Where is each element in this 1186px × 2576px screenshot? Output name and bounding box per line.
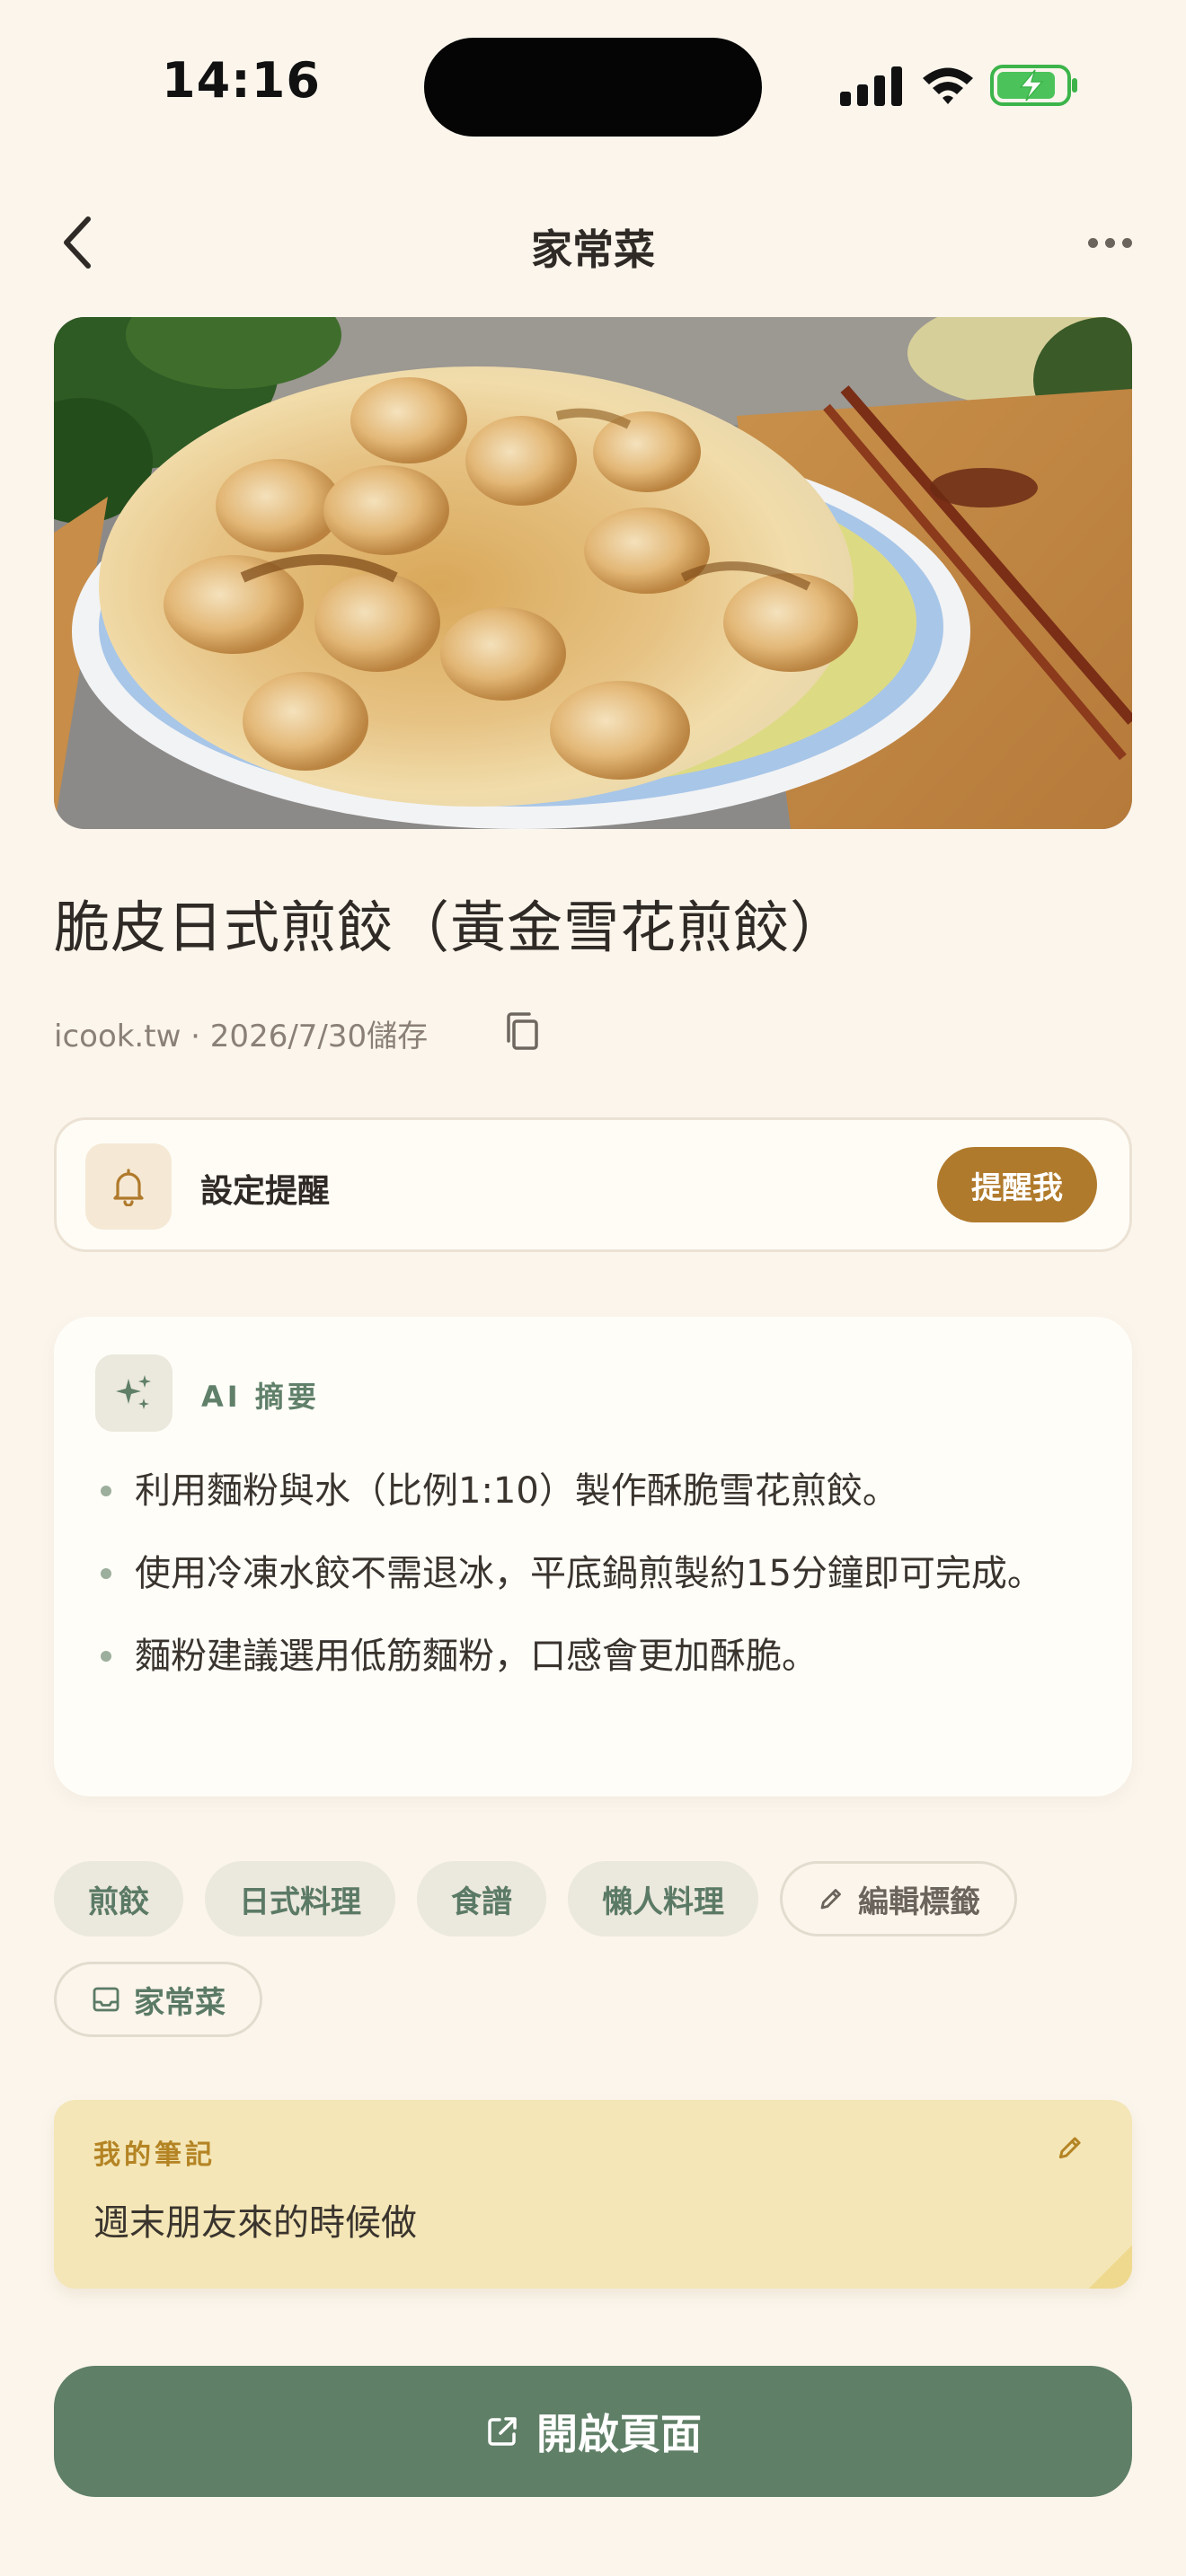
source-and-saved-date: icook.tw · 2026/7/30儲存 xyxy=(54,1019,429,1054)
tag-chip[interactable]: 懶人料理 xyxy=(568,1861,758,1936)
tag-chip[interactable]: 日式料理 xyxy=(205,1861,395,1936)
navigation-bar: 家常菜 xyxy=(0,198,1186,287)
dynamic-island xyxy=(424,38,762,137)
sparkles-icon xyxy=(116,1375,151,1409)
wifi-icon xyxy=(923,67,973,104)
pencil-icon xyxy=(1058,2137,1081,2159)
recipe-title: 脆皮日式煎餃（黃金雪花煎餃） xyxy=(54,895,847,960)
edit-tags-button[interactable]: 編輯標籤 xyxy=(780,1861,1017,1936)
status-time: 14:16 xyxy=(162,52,321,109)
open-page-button[interactable]: 開啟頁面 xyxy=(54,2366,1132,2497)
copy-link-button[interactable] xyxy=(500,1008,544,1054)
ai-summary-list: 利用麵粉與水（比例1:10）製作酥脆雪花煎餃。 使用冷凍水餃不需退冰，平底鍋煎製… xyxy=(95,1460,1102,1708)
ai-summary-point: 使用冷凍水餃不需退冰，平底鍋煎製約15分鐘即可完成。 xyxy=(95,1543,1102,1604)
open-page-label: 開啟頁面 xyxy=(536,2410,702,2458)
recipe-detail-screen: 14:16 家常菜 脆皮日式煎餃（黃金雪花煎餃） icook.tw · 2026… xyxy=(0,0,1186,2576)
page-title: 家常菜 xyxy=(531,225,655,274)
ai-icon-box xyxy=(95,1354,173,1432)
more-button[interactable] xyxy=(1078,225,1141,260)
bell-icon xyxy=(113,1169,144,1206)
note-text: 週末朋友來的時候做 xyxy=(93,2202,417,2244)
crispy-gyoza-photo xyxy=(54,317,1132,829)
folder-label: 家常菜 xyxy=(134,1984,226,2021)
tag-chip[interactable]: 煎餃 xyxy=(54,1861,183,1936)
pencil-icon xyxy=(820,1889,841,1910)
external-link-icon xyxy=(488,2417,517,2446)
recipe-hero-image xyxy=(54,317,1132,829)
cellular-signal-icon xyxy=(840,66,902,106)
ai-summary-point: 利用麵粉與水（比例1:10）製作酥脆雪花煎餃。 xyxy=(95,1460,1102,1522)
copy-icon xyxy=(507,1012,538,1050)
ai-summary-card: AI 摘要 利用麵粉與水（比例1:10）製作酥脆雪花煎餃。 使用冷凍水餃不需退冰… xyxy=(54,1317,1132,1796)
folder-chip[interactable]: 家常菜 xyxy=(54,1962,262,2037)
my-notes-card[interactable]: 我的筆記 週末朋友來的時候做 xyxy=(54,2100,1132,2289)
battery-charging-icon xyxy=(990,65,1077,106)
ai-summary-title: AI 摘要 xyxy=(201,1380,320,1414)
inbox-folder-icon xyxy=(93,1987,119,2012)
reminder-label: 設定提醒 xyxy=(200,1173,331,1210)
note-page-curl xyxy=(1089,2245,1132,2289)
chevron-left-icon xyxy=(64,216,91,269)
edit-note-button[interactable] xyxy=(1049,2127,1091,2168)
notes-title: 我的筆記 xyxy=(93,2139,216,2171)
reminder-icon-box xyxy=(85,1143,172,1230)
reminder-card: 設定提醒 提醒我 xyxy=(54,1117,1132,1252)
tag-chip[interactable]: 食譜 xyxy=(417,1861,546,1936)
edit-tags-label: 編輯標籤 xyxy=(858,1883,980,1920)
more-horizontal-icon xyxy=(1087,237,1098,248)
ai-summary-point: 麵粉建議選用低筋麵粉，口感會更加酥脆。 xyxy=(95,1626,1102,1687)
status-bar: 14:16 xyxy=(0,0,1186,171)
tag-list: 煎餃 日式料理 食譜 懶人料理 編輯標籤 家常菜 xyxy=(54,1861,1132,2037)
back-button[interactable] xyxy=(50,214,104,271)
recipe-meta: icook.tw · 2026/7/30儲存 xyxy=(54,1011,428,1055)
remind-me-button[interactable]: 提醒我 xyxy=(937,1147,1097,1222)
